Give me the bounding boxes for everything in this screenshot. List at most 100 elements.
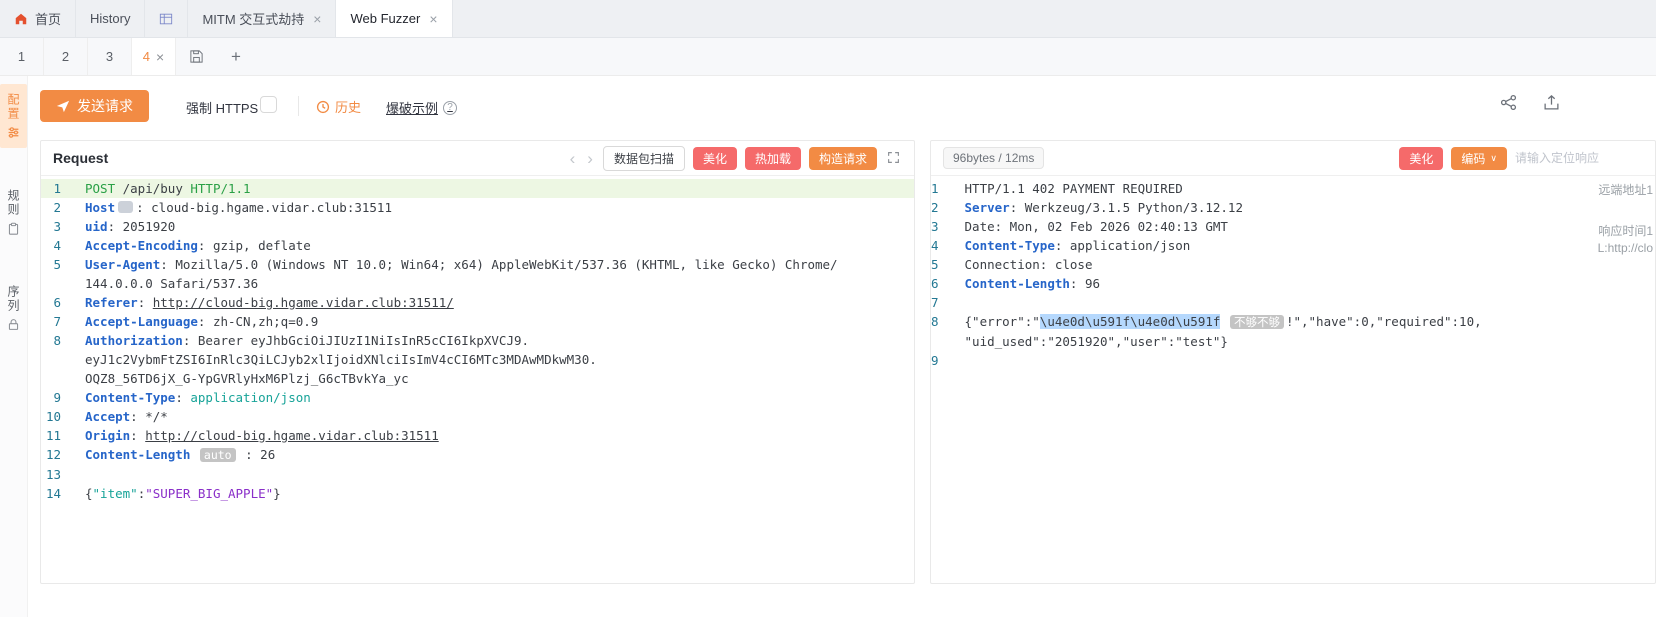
encode-dropdown[interactable]: 编码 ∨ [1451, 147, 1507, 170]
request-editor[interactable]: 1POST /api/buy HTTP/1.12Host: cloud-big.… [41, 176, 914, 583]
sidebar-item-rules[interactable]: 规则 [0, 180, 27, 244]
response-editor-line[interactable]: 2Server: Werkzeug/3.1.5 Python/3.12.12 [931, 198, 1655, 217]
locate-response-input[interactable] [1515, 151, 1643, 165]
line-content: {"item":"SUPER_BIG_APPLE"} [85, 484, 914, 503]
plus-icon: + [231, 47, 241, 67]
response-editor-line[interactable]: 4Content-Type: application/json [931, 236, 1655, 255]
response-editor-line[interactable]: 5Connection: close [931, 255, 1655, 274]
history-button[interactable]: 历史 [316, 97, 361, 116]
line-number: 6 [931, 274, 965, 293]
response-beautify-button[interactable]: 美化 [1399, 147, 1443, 170]
line-content: Referer: http://cloud-big.hgame.vidar.cl… [85, 293, 914, 312]
fuzzer-tab-1[interactable]: 1 [0, 38, 44, 75]
request-editor-line[interactable]: 4Accept-Encoding: gzip, deflate [41, 236, 914, 255]
force-https-checkbox[interactable] [260, 96, 277, 113]
request-editor-line[interactable]: 3uid: 2051920 [41, 217, 914, 236]
response-panel: 96bytes / 12ms 美化 编码 ∨ 远端地址1响应时间1L:http:… [930, 140, 1656, 584]
hot-reload-button[interactable]: 热加载 [745, 147, 801, 170]
tab-home[interactable]: 首页 [0, 0, 76, 37]
line-content: Accept-Language: zh-CN,zh;q=0.9 [85, 312, 914, 331]
help-icon[interactable]: ? [443, 101, 457, 115]
line-content: Date: Mon, 02 Feb 2026 02:40:13 GMT [965, 217, 1655, 236]
response-editor-line[interactable]: 6Content-Length: 96 [931, 274, 1655, 293]
request-editor-line[interactable]: 12Content-Length auto : 26 [41, 445, 914, 465]
line-content: {"error":"\u4e0d\u591f\u4e0d\u591f 不够不够!… [965, 312, 1655, 351]
response-editor-line[interactable]: 3Date: Mon, 02 Feb 2026 02:40:13 GMT [931, 217, 1655, 236]
save-button[interactable] [176, 38, 216, 75]
line-content: Content-Length auto : 26 [85, 445, 914, 465]
close-icon[interactable]: × [429, 11, 437, 27]
sidebar-item-config-label: 配置 [5, 93, 22, 121]
response-editor-line[interactable]: 8{"error":"\u4e0d\u591f\u4e0d\u591f 不够不够… [931, 312, 1655, 351]
fullscreen-button[interactable] [885, 150, 902, 167]
table-icon [159, 12, 173, 26]
line-content: HTTP/1.1 402 PAYMENT REQUIRED [965, 179, 1655, 198]
request-panel-header: Request ‹ › 数据包扫描 美化 热加载 构造请求 [41, 141, 914, 176]
tab-history[interactable]: History [76, 0, 145, 37]
line-number: 3 [41, 217, 85, 236]
export-button[interactable] [1543, 94, 1560, 111]
line-number: 8 [931, 312, 965, 331]
share-button[interactable] [1500, 94, 1517, 111]
fuzzer-tab-1-label: 1 [18, 49, 25, 64]
request-editor-line[interactable]: 5User-Agent: Mozilla/5.0 (Windows NT 10.… [41, 255, 914, 293]
request-editor-line[interactable]: 14{"item":"SUPER_BIG_APPLE"} [41, 484, 914, 503]
line-content: Authorization: Bearer eyJhbGciOiJIUzI1Ni… [85, 331, 914, 388]
sidebar-item-sequence[interactable]: 序列 [0, 276, 27, 340]
force-https-label: 强制 HTTPS [186, 98, 258, 117]
request-editor-line[interactable]: 7Accept-Language: zh-CN,zh;q=0.9 [41, 312, 914, 331]
save-icon [189, 49, 204, 64]
sidebar-item-config[interactable]: 配置 [0, 84, 27, 148]
construct-request-button[interactable]: 构造请求 [809, 147, 877, 170]
tab-table[interactable] [145, 0, 188, 37]
fuzzer-left-sidebar: 配置 规则 序列 [0, 76, 28, 617]
tab-mitm[interactable]: MITM 交互式劫持 × [188, 0, 336, 37]
fuzzer-tab-4-label: 4 [143, 49, 150, 64]
fuzzer-tab-2[interactable]: 2 [44, 38, 88, 75]
line-number: 7 [41, 312, 85, 331]
request-editor-line[interactable]: 1POST /api/buy HTTP/1.1 [41, 179, 914, 198]
request-editor-line[interactable]: 11Origin: http://cloud-big.hgame.vidar.c… [41, 426, 914, 445]
line-number: 10 [41, 407, 85, 426]
request-editor-line[interactable]: 6Referer: http://cloud-big.hgame.vidar.c… [41, 293, 914, 312]
sidebar-item-sequence-label: 序列 [5, 285, 22, 313]
line-number: 2 [931, 198, 965, 217]
line-number: 3 [931, 217, 965, 236]
line-content: Connection: close [965, 255, 1655, 274]
line-content: User-Agent: Mozilla/5.0 (Windows NT 10.0… [85, 255, 914, 293]
close-icon[interactable]: × [313, 11, 321, 27]
fuzzer-tab-bar: 1 2 3 4 × + [0, 38, 1656, 76]
share-icon [1500, 94, 1517, 111]
close-icon[interactable]: × [156, 49, 164, 65]
response-editor-line[interactable]: 7 [931, 293, 1655, 312]
request-editor-line[interactable]: 10Accept: */* [41, 407, 914, 426]
next-request-button[interactable]: › [585, 150, 595, 167]
response-editor-line[interactable]: 9 [931, 351, 1655, 370]
add-tab-button[interactable]: + [216, 38, 256, 75]
request-editor-line[interactable]: 2Host: cloud-big.hgame.vidar.club:31511 [41, 198, 914, 217]
send-request-button[interactable]: 发送请求 [40, 90, 149, 122]
line-number: 5 [41, 255, 85, 274]
prev-request-button[interactable]: ‹ [568, 150, 578, 167]
line-number: 11 [41, 426, 85, 445]
blast-example-link[interactable]: 爆破示例 ? [386, 98, 457, 117]
request-editor-line[interactable]: 9Content-Type: application/json [41, 388, 914, 407]
beautify-button[interactable]: 美化 [693, 147, 737, 170]
main-tab-bar: 首页 History MITM 交互式劫持 × Web Fuzzer × [0, 0, 1656, 38]
packet-scan-button[interactable]: 数据包扫描 [603, 146, 685, 171]
tab-web-fuzzer[interactable]: Web Fuzzer × [336, 0, 452, 37]
fuzzer-toolbar: 发送请求 强制 HTTPS 历史 爆破示例 ? [28, 76, 1656, 140]
response-editor-line[interactable]: 1HTTP/1.1 402 PAYMENT REQUIRED [931, 179, 1655, 198]
tab-mitm-label: MITM 交互式劫持 [202, 9, 304, 28]
fuzzer-tab-3[interactable]: 3 [88, 38, 132, 75]
request-editor-line[interactable]: 8Authorization: Bearer eyJhbGciOiJIUzI1N… [41, 331, 914, 388]
encode-label: 编码 [1461, 150, 1485, 167]
line-number: 2 [41, 198, 85, 217]
line-content: Accept-Encoding: gzip, deflate [85, 236, 914, 255]
tab-web-fuzzer-label: Web Fuzzer [350, 11, 420, 26]
request-editor-line[interactable]: 13 [41, 465, 914, 484]
sidebar-item-rules-label: 规则 [5, 189, 22, 217]
fuzzer-tab-4[interactable]: 4 × [132, 38, 176, 75]
response-editor[interactable]: 远端地址1响应时间1L:http://clo 1HTTP/1.1 402 PAY… [931, 176, 1655, 583]
sliders-icon [7, 126, 20, 139]
